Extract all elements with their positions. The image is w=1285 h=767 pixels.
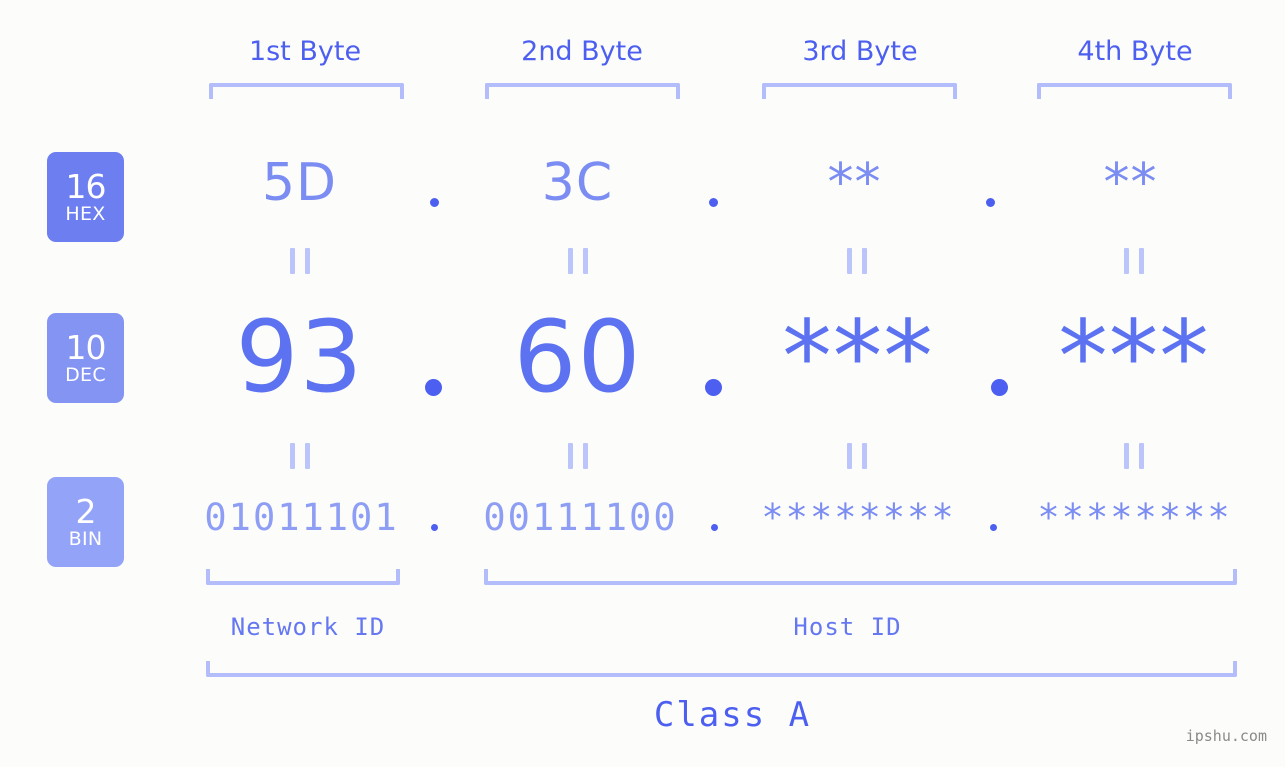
byte-bracket-2: [485, 83, 680, 99]
network-id-label: Network ID: [230, 613, 386, 641]
class-bracket: [206, 661, 1237, 677]
equals-mark-hex-dec-4: [1124, 248, 1144, 274]
equals-mark-dec-bin-3: [847, 443, 867, 469]
hex-byte-1: 5D: [261, 153, 338, 213]
radix-badge-dec-number: 10: [65, 328, 107, 367]
bin-byte-1: 01011101: [204, 496, 399, 539]
hex-byte-3: **: [827, 153, 882, 213]
bin-separator-dot-3: [990, 524, 997, 531]
byte-bracket-1: [209, 83, 404, 99]
hex-separator-dot-3: [986, 198, 995, 207]
ip-address-breakdown-diagram: 1st Byte 2nd Byte 3rd Byte 4th Byte 16 H…: [0, 0, 1285, 767]
radix-badge-bin-name: BIN: [68, 528, 103, 550]
byte-header-3: 3rd Byte: [802, 36, 918, 67]
radix-badge-bin: 2 BIN: [47, 477, 124, 567]
byte-header-2: 2nd Byte: [521, 36, 643, 67]
equals-mark-dec-bin-1: [290, 443, 310, 469]
radix-badge-dec: 10 DEC: [47, 313, 124, 403]
host-id-bracket: [484, 569, 1237, 585]
dec-separator-dot-2: [705, 379, 722, 396]
radix-badge-hex-number: 16: [65, 167, 107, 206]
dec-byte-4: ***: [1058, 300, 1210, 415]
dec-byte-1: 93: [235, 300, 364, 415]
bin-byte-2: 00111100: [483, 496, 678, 539]
hex-byte-2: 3C: [541, 153, 614, 213]
dec-byte-2: 60: [513, 300, 642, 415]
byte-bracket-4: [1037, 83, 1232, 99]
bin-byte-3: ********: [761, 496, 956, 539]
equals-mark-dec-bin-2: [568, 443, 588, 469]
bin-separator-dot-1: [431, 524, 438, 531]
hex-byte-4: **: [1103, 153, 1158, 213]
equals-mark-hex-dec-1: [290, 248, 310, 274]
equals-mark-hex-dec-3: [847, 248, 867, 274]
hex-separator-dot-2: [709, 198, 718, 207]
site-watermark: ipshu.com: [1185, 727, 1267, 745]
class-label: Class A: [653, 695, 812, 735]
radix-badge-dec-name: DEC: [65, 364, 106, 386]
bin-separator-dot-2: [711, 524, 718, 531]
equals-mark-hex-dec-2: [568, 248, 588, 274]
network-id-bracket: [206, 569, 400, 585]
hex-separator-dot-1: [430, 198, 439, 207]
radix-badge-hex-name: HEX: [65, 203, 106, 225]
radix-badge-hex: 16 HEX: [47, 152, 124, 242]
radix-badge-bin-number: 2: [75, 492, 97, 531]
bin-byte-4: ********: [1037, 496, 1232, 539]
equals-mark-dec-bin-4: [1124, 443, 1144, 469]
host-id-label: Host ID: [793, 613, 902, 641]
byte-header-4: 4th Byte: [1077, 36, 1193, 67]
dec-byte-3: ***: [782, 300, 934, 415]
byte-header-1: 1st Byte: [248, 36, 362, 67]
dec-separator-dot-1: [425, 379, 442, 396]
dec-separator-dot-3: [991, 379, 1008, 396]
byte-bracket-3: [762, 83, 957, 99]
